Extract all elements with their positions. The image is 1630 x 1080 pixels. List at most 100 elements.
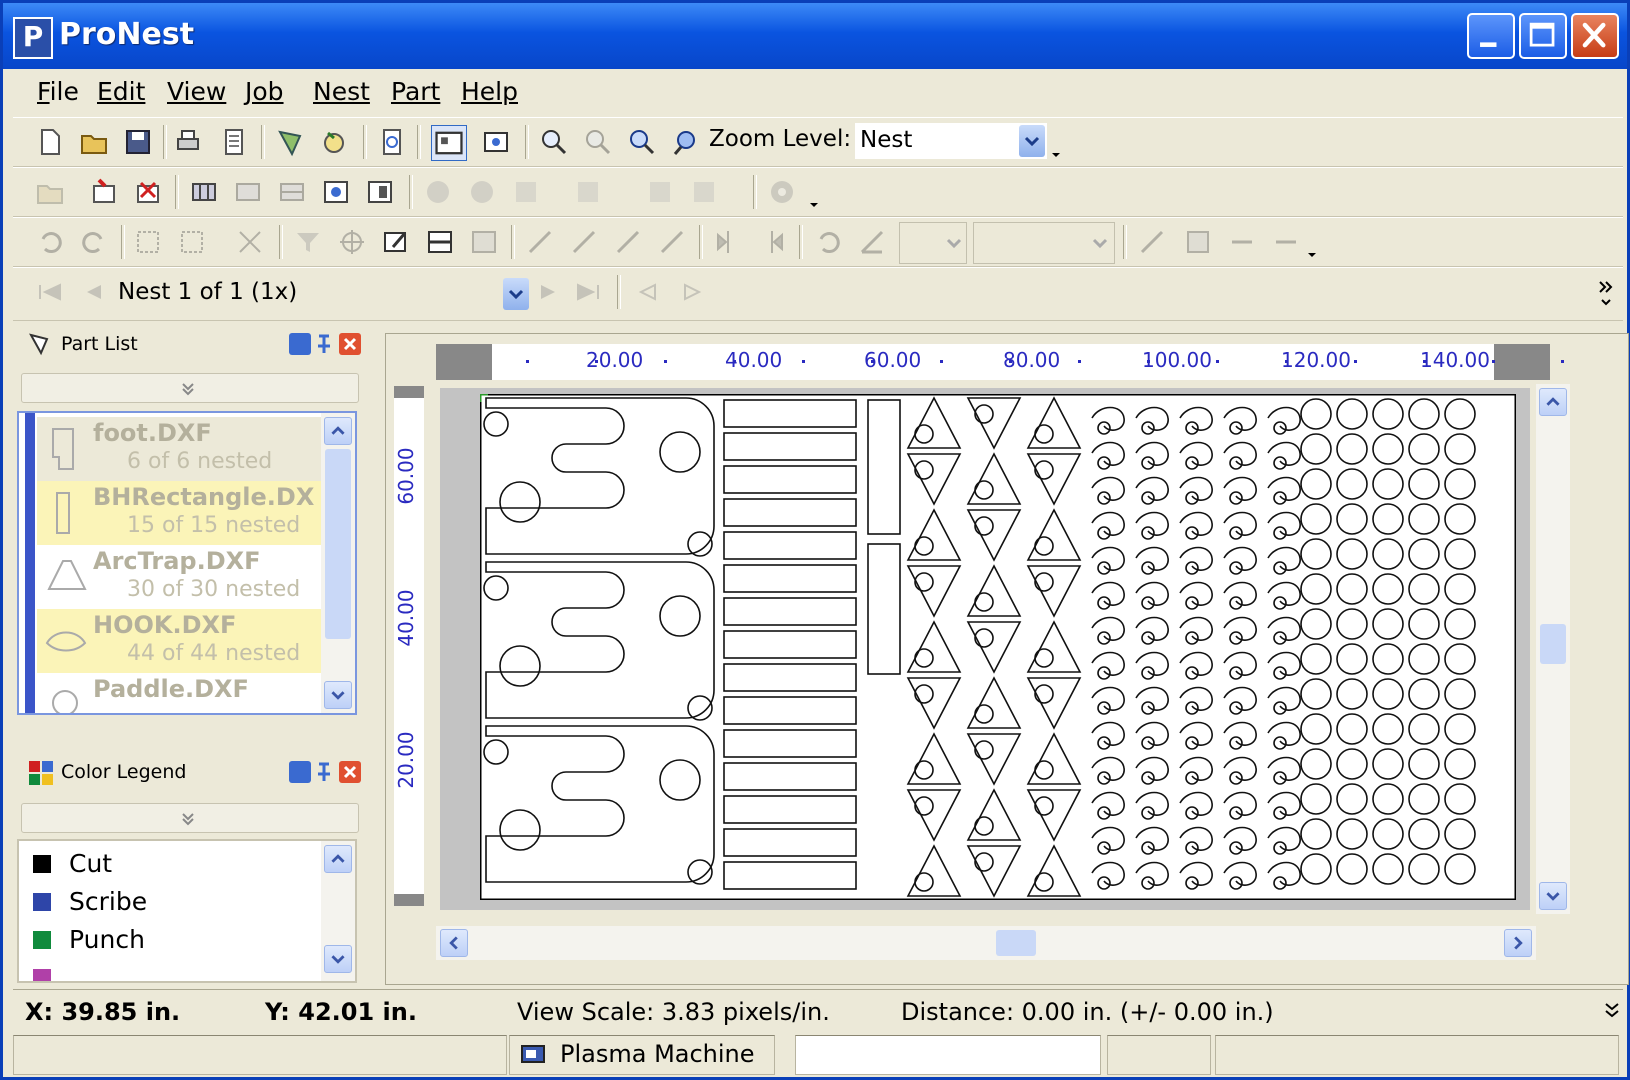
part-edit-icon[interactable] [275, 127, 305, 157]
scroll-up-button[interactable] [324, 417, 352, 445]
increment-select[interactable] [973, 222, 1115, 264]
edit-sheet-icon[interactable] [381, 227, 411, 257]
rotate-icon[interactable] [813, 227, 843, 257]
pin-icon[interactable] [313, 761, 335, 783]
print-icon[interactable] [173, 127, 203, 157]
distribute-icon[interactable] [689, 177, 719, 207]
color-legend-options-button[interactable] [289, 761, 311, 783]
scroll-down-button[interactable] [324, 945, 352, 973]
filter-icon[interactable] [293, 227, 323, 257]
menu-view[interactable]: View [167, 77, 226, 106]
add-part-icon[interactable] [89, 177, 119, 207]
scroll-left-button[interactable] [440, 929, 468, 957]
canvas-vertical-scrollbar[interactable] [1536, 384, 1570, 914]
toolbar-overflow-icon[interactable] [1049, 140, 1063, 170]
nest-left-icon[interactable] [1227, 227, 1257, 257]
angle-select[interactable] [899, 222, 967, 264]
scroll-up-button[interactable] [324, 845, 352, 873]
previous-sheet-icon[interactable] [633, 277, 663, 307]
status-chevron-icon[interactable] [1603, 1000, 1621, 1020]
nest-canvas[interactable] [440, 388, 1530, 910]
part-list-item[interactable]: Paddle.DXF [37, 673, 333, 713]
cut-tool-icon[interactable] [235, 227, 265, 257]
next-sheet-icon[interactable] [677, 277, 707, 307]
align-icon[interactable] [645, 177, 675, 207]
open-folder-icon[interactable] [79, 127, 109, 157]
document-refresh-icon[interactable] [377, 127, 407, 157]
nest-select-dropdown-button[interactable] [503, 278, 529, 310]
part-list-scrollbar[interactable] [321, 413, 355, 713]
part-list-collapse-bar[interactable] [21, 373, 359, 403]
grid-icon[interactable] [189, 177, 219, 207]
auto-nest-icon[interactable] [511, 177, 541, 207]
select-icon[interactable] [133, 227, 163, 257]
lead-in-icon[interactable] [525, 227, 555, 257]
zoom-in-icon[interactable] [539, 127, 569, 157]
toolbar-overflow-icon[interactable] [1305, 240, 1319, 270]
scroll-thumb[interactable] [325, 449, 351, 639]
bridge-icon[interactable] [613, 227, 643, 257]
chain-icon[interactable] [657, 227, 687, 257]
toolbar-overflow-icon[interactable] [807, 190, 821, 220]
first-nest-icon[interactable] [35, 277, 65, 307]
toolbar-chevron-icon[interactable] [1597, 278, 1615, 308]
part-list-close-button[interactable] [339, 333, 361, 355]
window-icon[interactable] [365, 177, 395, 207]
table-icon[interactable] [277, 177, 307, 207]
run-icon[interactable] [423, 177, 453, 207]
zoom-level-select[interactable]: Nest [855, 123, 1047, 159]
next-nest-icon[interactable] [533, 277, 563, 307]
title-bar[interactable]: P ProNest [3, 3, 1627, 69]
menu-file[interactable]: File [37, 77, 79, 106]
rotate-angle-icon[interactable] [857, 227, 887, 257]
sequence-icon[interactable] [573, 177, 603, 207]
color-legend-close-button[interactable] [339, 761, 361, 783]
lead-out-icon[interactable] [569, 227, 599, 257]
measure-icon[interactable] [1137, 227, 1167, 257]
sheet-icon[interactable] [321, 177, 351, 207]
close-button[interactable] [1571, 13, 1619, 59]
color-legend-collapse-bar[interactable] [21, 803, 359, 833]
layout-icon[interactable] [233, 177, 263, 207]
menu-part[interactable]: Part [391, 77, 440, 106]
remove-part-icon[interactable] [133, 177, 163, 207]
nest-right-icon[interactable] [1271, 227, 1301, 257]
folder-icon[interactable] [35, 177, 65, 207]
settings-gear-icon[interactable] [767, 177, 797, 207]
part-view-icon[interactable] [481, 127, 511, 157]
mirror-icon[interactable] [713, 227, 743, 257]
part-list-options-button[interactable] [289, 333, 311, 355]
scroll-thumb[interactable] [1540, 624, 1566, 664]
nest-view-icon[interactable] [431, 125, 467, 161]
save-icon[interactable] [123, 127, 153, 157]
nest-select[interactable]: Nest 1 of 1 (1x) [111, 274, 531, 314]
scroll-down-button[interactable] [1539, 882, 1567, 910]
remnant-icon[interactable] [469, 227, 499, 257]
new-file-icon[interactable] [35, 127, 65, 157]
menu-nest[interactable]: Nest [313, 77, 370, 106]
part-list-item[interactable]: BHRectangle.DX 15 of 15 nested [37, 481, 333, 545]
part-list-item[interactable]: HOOK.DXF 44 of 44 nested [37, 609, 333, 673]
zoom-level-dropdown-button[interactable] [1019, 125, 1045, 157]
minimize-button[interactable] [1467, 13, 1515, 59]
scroll-up-button[interactable] [1539, 388, 1567, 416]
crosshair-icon[interactable] [337, 227, 367, 257]
scroll-down-button[interactable] [324, 681, 352, 709]
part-refresh-icon[interactable] [319, 127, 349, 157]
scroll-thumb[interactable] [996, 930, 1036, 956]
flip-icon[interactable] [757, 227, 787, 257]
stop-icon[interactable] [467, 177, 497, 207]
zoom-window-icon[interactable] [627, 127, 657, 157]
zoom-all-icon[interactable] [671, 127, 701, 157]
color-legend-scrollbar[interactable] [321, 841, 355, 981]
move-icon[interactable] [177, 227, 207, 257]
menu-job[interactable]: Job [245, 77, 284, 106]
part-list-item[interactable]: ArcTrap.DXF 30 of 30 nested [37, 545, 333, 609]
redo-icon[interactable] [79, 227, 109, 257]
nest-sheet[interactable] [480, 394, 1516, 900]
previous-nest-icon[interactable] [79, 277, 109, 307]
canvas-horizontal-scrollbar[interactable] [436, 926, 1536, 960]
scroll-right-button[interactable] [1504, 929, 1532, 957]
zoom-out-icon[interactable] [583, 127, 613, 157]
menu-edit[interactable]: Edit [97, 77, 145, 106]
